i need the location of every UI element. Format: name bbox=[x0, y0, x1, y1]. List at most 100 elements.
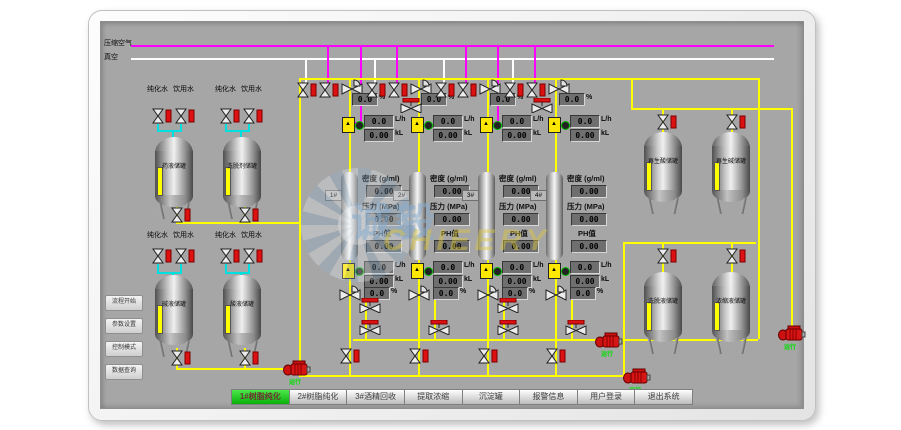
valve-icon[interactable] bbox=[152, 108, 172, 124]
control-valve-icon[interactable] bbox=[545, 285, 569, 301]
valve-icon[interactable] bbox=[220, 108, 240, 124]
density-label: 密度 (g/ml) bbox=[362, 174, 400, 183]
valve-icon[interactable] bbox=[243, 248, 263, 264]
tank-top-right-1[interactable]: 再生酸储罐 bbox=[643, 132, 683, 216]
tank-name: 再生碱储罐 bbox=[711, 155, 751, 164]
valve-icon[interactable] bbox=[478, 348, 498, 364]
valve-icon[interactable] bbox=[657, 248, 677, 264]
valve-icon[interactable] bbox=[388, 82, 408, 98]
flow-total-unit: kL bbox=[533, 276, 541, 283]
pump-icon[interactable] bbox=[623, 367, 651, 384]
valve-icon[interactable] bbox=[457, 82, 477, 98]
valve-icon[interactable] bbox=[726, 248, 746, 264]
tank-bottom-left-2[interactable]: 酸液储罐 bbox=[222, 275, 262, 359]
pipe-water bbox=[180, 264, 182, 272]
flow-meter-icon[interactable] bbox=[480, 117, 493, 133]
valve-icon[interactable] bbox=[175, 108, 195, 124]
valve-icon[interactable] bbox=[409, 348, 429, 364]
pressure-label: 压力 (MPa) bbox=[567, 202, 605, 211]
flow-rate-unit: L/h bbox=[533, 262, 544, 269]
side-button-2[interactable]: 参数设置 bbox=[105, 318, 143, 334]
motor-valve-icon[interactable] bbox=[497, 320, 519, 335]
resin-column[interactable] bbox=[546, 172, 563, 260]
resin-column[interactable] bbox=[478, 172, 495, 260]
tank-name: 药液储罐 bbox=[154, 160, 194, 169]
valve-icon[interactable] bbox=[657, 114, 677, 130]
flow-meter-icon[interactable] bbox=[548, 263, 561, 279]
valve-icon[interactable] bbox=[175, 248, 195, 264]
control-valve-icon[interactable] bbox=[408, 285, 432, 301]
drinking-water-label: 饮用水 bbox=[241, 85, 262, 94]
side-button-4[interactable]: 数据查询 bbox=[105, 364, 143, 380]
valve-icon[interactable] bbox=[220, 248, 240, 264]
pressure-label: 压力 (MPa) bbox=[430, 202, 468, 211]
flow-rate-display: 0.0 bbox=[433, 115, 463, 128]
drinking-water-label: 饮用水 bbox=[173, 85, 194, 94]
valve-icon[interactable] bbox=[171, 350, 191, 366]
nav-tab-sedimentation[interactable]: 沉淀罐 bbox=[463, 389, 521, 405]
flow-total-unit: kL bbox=[464, 130, 472, 137]
valve-icon[interactable] bbox=[243, 108, 263, 124]
motor-valve-icon[interactable] bbox=[359, 298, 381, 313]
flow-meter-icon[interactable] bbox=[411, 263, 424, 279]
flow-meter-icon[interactable] bbox=[480, 263, 493, 279]
flow-meter-icon[interactable] bbox=[342, 117, 355, 133]
tank-top-right-2[interactable]: 再生碱储罐 bbox=[711, 132, 751, 216]
valve-icon[interactable] bbox=[152, 248, 172, 264]
pump-icon[interactable] bbox=[595, 331, 623, 348]
nav-tab-login[interactable]: 用户登录 bbox=[578, 389, 636, 405]
nav-tab-alarms[interactable]: 报警信息 bbox=[520, 389, 578, 405]
nav-tab-resin2[interactable]: 2#树脂纯化 bbox=[290, 389, 348, 405]
valve-icon[interactable] bbox=[319, 82, 339, 98]
nav-tab-resin1[interactable]: 1#树脂纯化 bbox=[231, 389, 290, 405]
valve-icon[interactable] bbox=[239, 207, 259, 223]
side-button-1[interactable]: 流程开始 bbox=[105, 295, 143, 311]
flow-meter-icon[interactable] bbox=[342, 263, 355, 279]
tank-bottom-right-1[interactable]: 洗脱液储罐 bbox=[643, 272, 683, 356]
flow-meter-icon[interactable] bbox=[411, 117, 424, 133]
ph-label: PH值 bbox=[373, 229, 391, 238]
valve-icon[interactable] bbox=[239, 350, 259, 366]
motor-valve-icon[interactable] bbox=[359, 320, 381, 335]
valve-icon[interactable] bbox=[297, 82, 317, 98]
motor-valve-icon[interactable] bbox=[428, 320, 450, 335]
drinking-water-label: 饮用水 bbox=[241, 231, 262, 240]
motor-valve-icon[interactable] bbox=[531, 98, 553, 113]
flow-sensor-icon bbox=[561, 267, 570, 276]
pipe bbox=[299, 78, 301, 375]
resin-column[interactable] bbox=[409, 172, 426, 260]
tank-bottom-right-2[interactable]: 浓缩液储罐 bbox=[711, 272, 751, 356]
density-label: 密度 (g/ml) bbox=[499, 174, 537, 183]
valve-icon[interactable] bbox=[504, 82, 524, 98]
motor-valve-icon[interactable] bbox=[497, 298, 519, 313]
valve-icon[interactable] bbox=[526, 82, 546, 98]
flow-rate-unit: L/h bbox=[395, 116, 406, 123]
density-label: 密度 (g/ml) bbox=[567, 174, 605, 183]
valve-opening-display: 0.0 bbox=[570, 287, 596, 300]
valve-icon[interactable] bbox=[546, 348, 566, 364]
tank-leg bbox=[672, 198, 678, 214]
pressure-label: 压力 (MPa) bbox=[362, 202, 400, 211]
tank-name: 浓缩液储罐 bbox=[711, 295, 751, 304]
valve-icon[interactable] bbox=[726, 114, 746, 130]
side-button-3[interactable]: 控制模式 bbox=[105, 341, 143, 357]
valve-icon[interactable] bbox=[171, 207, 191, 223]
flow-rate-display: 0.0 bbox=[364, 261, 394, 274]
nav-tab-exit[interactable]: 退出系统 bbox=[635, 389, 693, 405]
percent-unit: % bbox=[586, 94, 592, 101]
motor-valve-icon[interactable] bbox=[400, 98, 422, 113]
nav-tab-extraction[interactable]: 提取浓缩 bbox=[405, 389, 463, 405]
motor-valve-icon[interactable] bbox=[565, 320, 587, 335]
valve-icon[interactable] bbox=[435, 82, 455, 98]
resin-column[interactable] bbox=[341, 172, 358, 260]
pump-icon[interactable] bbox=[778, 324, 806, 341]
tank-name: 再生酸储罐 bbox=[643, 155, 683, 164]
flow-meter-icon[interactable] bbox=[548, 117, 561, 133]
valve-icon[interactable] bbox=[366, 82, 386, 98]
valve-icon[interactable] bbox=[340, 348, 360, 364]
nav-tab-alcohol-recovery[interactable]: 3#酒精回收 bbox=[347, 389, 405, 405]
tank-level-indicator bbox=[225, 167, 231, 196]
purified-water-label: 纯化水 bbox=[147, 231, 168, 240]
tank-bottom-left-1[interactable]: 碱液储罐 bbox=[154, 275, 194, 359]
pump-icon[interactable] bbox=[283, 359, 311, 376]
